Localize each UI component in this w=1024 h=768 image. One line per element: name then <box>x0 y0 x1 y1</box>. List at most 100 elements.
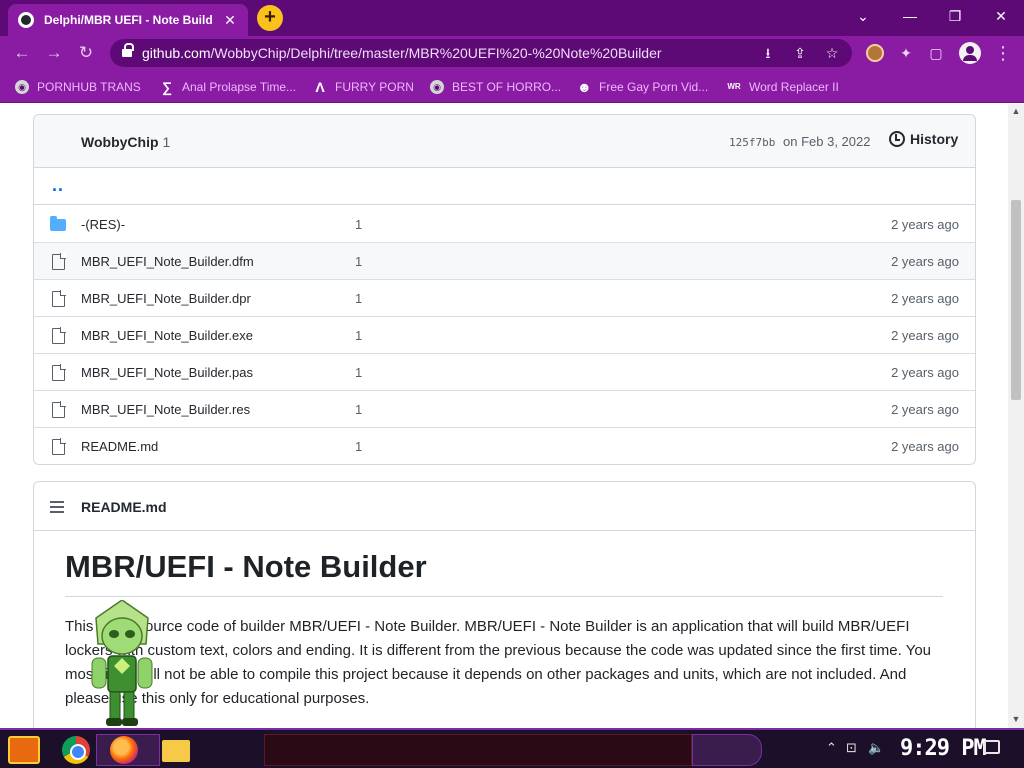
commit-message[interactable]: 1 <box>355 254 362 269</box>
file-age: 2 years ago <box>891 291 959 306</box>
url-path: /WobbyChip/Delphi/tree/master/MBR%20UEFI… <box>210 45 662 61</box>
extensions-icon[interactable]: ✦ <box>896 43 916 63</box>
taskbar-clock[interactable]: 9:29 PM <box>900 736 987 761</box>
taskbar: ⌃ ⊡ 🔈 9:29 PM <box>0 728 1024 768</box>
file-age: 2 years ago <box>891 254 959 269</box>
file-age: 2 years ago <box>891 439 959 454</box>
file-icon <box>52 401 66 418</box>
file-name[interactable]: MBR_UEFI_Note_Builder.res <box>81 402 250 417</box>
file-name[interactable]: -(RES)- <box>81 217 125 232</box>
volume-icon[interactable]: 🔈 <box>868 740 884 756</box>
bookmark-item[interactable]: Λ FURRY PORN <box>313 78 414 96</box>
commit-date: on Feb 3, 2022 <box>783 134 871 149</box>
outline-list-icon[interactable] <box>50 501 64 513</box>
commit-message[interactable]: 1 <box>355 365 362 380</box>
github-favicon-icon <box>18 12 34 28</box>
history-button[interactable]: History <box>889 131 958 147</box>
commit-message[interactable]: 1 <box>355 402 362 417</box>
tray-overflow-icon[interactable]: ⌃ <box>826 740 837 756</box>
readme-heading: MBR/UEFI - Note Builder <box>65 549 427 584</box>
menu-icon[interactable]: ⋮ <box>993 43 1013 63</box>
tab-search-icon[interactable]: ⌄ <box>848 4 878 28</box>
bookmark-item[interactable]: ◉ PORNHUB TRANS <box>15 78 141 96</box>
parent-directory-link[interactable]: .. <box>52 175 64 196</box>
file-icon <box>52 290 66 307</box>
parent-directory-row[interactable]: .. <box>34 169 975 205</box>
table-row[interactable]: README.md 1 2 years ago <box>34 428 975 464</box>
latest-commit-header: WobbyChip 1 125f7bb on Feb 3, 2022 Histor… <box>34 115 975 168</box>
network-icon[interactable]: ⊡ <box>846 740 857 756</box>
restore-button[interactable]: ❐ <box>940 4 970 28</box>
profile-avatar-icon[interactable] <box>959 42 981 64</box>
globe-icon: ◉ <box>430 80 444 94</box>
extension-avatar-icon[interactable] <box>866 44 884 62</box>
globe-icon: ◉ <box>15 80 29 94</box>
install-app-icon[interactable]: ⭳ <box>758 43 778 63</box>
file-name[interactable]: MBR_UEFI_Note_Builder.exe <box>81 328 253 343</box>
firefox-icon[interactable] <box>110 736 138 764</box>
taskbar-wallpaper <box>264 734 692 766</box>
commit-author[interactable]: WobbyChip 1 <box>81 134 170 150</box>
history-label: History <box>910 131 959 147</box>
url-host: github.com <box>142 45 211 61</box>
readme-divider <box>65 596 943 597</box>
commit-message[interactable]: 1 <box>355 217 362 232</box>
readme-header: README.md <box>34 482 975 531</box>
file-name[interactable]: README.md <box>81 439 158 454</box>
browser-toolbar: ← → ↻ github.com/WobbyChip/Delphi/tree/m… <box>0 36 1024 70</box>
file-age: 2 years ago <box>891 217 959 232</box>
bookmark-item[interactable]: ∑ Anal Prolapse Time... <box>160 78 296 96</box>
commit-message[interactable]: 1 <box>355 328 362 343</box>
notification-icon[interactable] <box>984 740 1000 754</box>
chrome-icon[interactable] <box>62 736 90 764</box>
page-scrollbar[interactable]: ▲ ▼ <box>1008 104 1024 728</box>
forward-button[interactable]: → <box>42 41 66 65</box>
back-button[interactable]: ← <box>10 41 34 65</box>
table-row[interactable]: MBR_UEFI_Note_Builder.res 1 2 years ago <box>34 391 975 428</box>
address-bar[interactable]: github.com/WobbyChip/Delphi/tree/master/… <box>110 39 852 67</box>
side-panel-icon[interactable]: ▢ <box>926 43 946 63</box>
scroll-up-arrow-icon[interactable]: ▲ <box>1008 106 1024 118</box>
bookmark-label: Free Gay Porn Vid... <box>599 80 709 94</box>
url-text[interactable]: github.com/WobbyChip/Delphi/tree/master/… <box>142 45 662 61</box>
file-icon <box>52 253 66 270</box>
table-row[interactable]: MBR_UEFI_Note_Builder.exe 1 2 years ago <box>34 317 975 354</box>
bookmark-item[interactable]: ☻ Free Gay Porn Vid... <box>577 78 708 96</box>
share-icon[interactable]: ⇪ <box>790 43 810 63</box>
file-name[interactable]: MBR_UEFI_Note_Builder.pas <box>81 365 253 380</box>
bookmark-item[interactable]: WR Word Replacer II <box>727 78 838 96</box>
commit-sha[interactable]: 125f7bb <box>729 136 775 149</box>
browser-tab-active[interactable]: Delphi/MBR UEFI - Note Build ✕ <box>8 4 248 36</box>
file-age: 2 years ago <box>891 328 959 343</box>
tab-close-icon[interactable]: ✕ <box>222 12 238 29</box>
table-row[interactable]: MBR_UEFI_Note_Builder.dpr 1 2 years ago <box>34 280 975 317</box>
lock-icon[interactable] <box>122 43 134 59</box>
scrollbar-thumb[interactable] <box>1011 200 1021 400</box>
reload-button[interactable]: ↻ <box>74 41 98 65</box>
scroll-down-arrow-icon[interactable]: ▼ <box>1008 714 1024 726</box>
table-row[interactable]: MBR_UEFI_Note_Builder.pas 1 2 years ago <box>34 354 975 391</box>
window-close-button[interactable]: ✕ <box>986 4 1016 28</box>
file-name[interactable]: MBR_UEFI_Note_Builder.dfm <box>81 254 254 269</box>
file-icon <box>52 364 66 381</box>
file-browser: WobbyChip 1 125f7bb on Feb 3, 2022 Histor… <box>33 114 976 465</box>
file-icon <box>52 327 66 344</box>
bookmark-item[interactable]: ◉ BEST OF HORRO... <box>430 78 561 96</box>
new-tab-button[interactable]: + <box>257 5 283 31</box>
bookmark-star-icon[interactable]: ☆ <box>822 43 842 63</box>
start-button[interactable] <box>8 736 40 764</box>
taskbar-decoration <box>692 734 762 766</box>
bookmark-label: BEST OF HORRO... <box>452 80 562 94</box>
bookmark-icon: ☻ <box>577 79 592 95</box>
readme-filename[interactable]: README.md <box>81 499 167 515</box>
commit-message[interactable]: 1 <box>355 291 362 306</box>
minimize-button[interactable]: — <box>895 4 925 28</box>
file-name[interactable]: MBR_UEFI_Note_Builder.dpr <box>81 291 251 306</box>
desktop-mascot-image <box>91 600 153 726</box>
table-row[interactable]: MBR_UEFI_Note_Builder.dfm 1 2 years ago <box>34 243 975 280</box>
file-explorer-icon[interactable] <box>162 740 190 762</box>
commit-message[interactable]: 1 <box>355 439 362 454</box>
readme-paragraph: This is the source code of builder MBR/U… <box>65 618 932 707</box>
table-row[interactable]: -(RES)- 1 2 years ago <box>34 206 975 243</box>
file-icon <box>52 438 66 455</box>
